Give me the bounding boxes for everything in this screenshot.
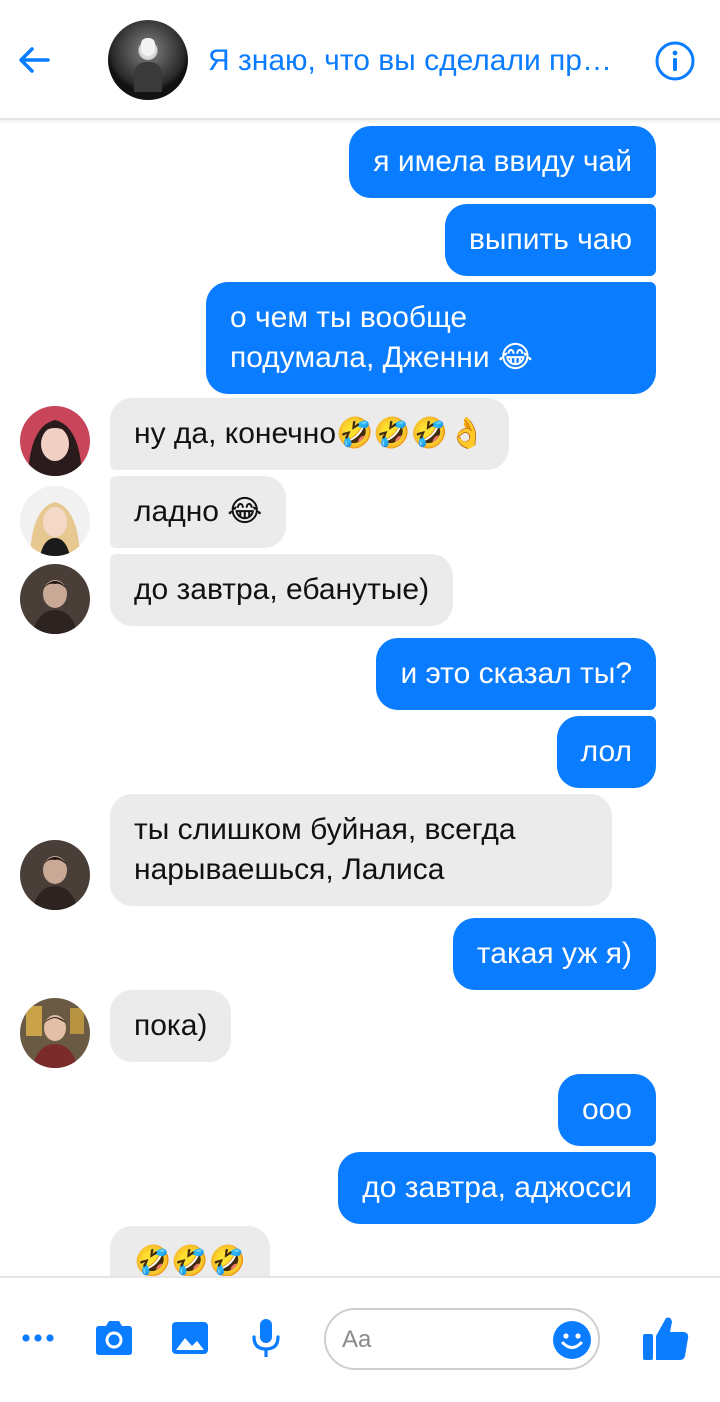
message-text: такая уж я) [476, 937, 632, 970]
message-text: я имела ввиду чай [373, 145, 632, 178]
message-line: о чем ты вообще [230, 301, 468, 334]
composer-bar [0, 1276, 720, 1402]
message-text-field[interactable] [340, 1322, 544, 1358]
message-line: подумала, Дженни 😂 [230, 341, 533, 374]
message-text: ладно 😂 [134, 495, 263, 528]
chat-avatar[interactable] [108, 20, 188, 100]
emoji-icon[interactable] [552, 1320, 592, 1360]
message-text: до завтра, аджосси [362, 1171, 632, 1204]
message-text: ооо [581, 1093, 632, 1126]
message-list[interactable]: я имела ввиду чай выпить чаю о чем ты во… [0, 118, 720, 1276]
image-icon[interactable] [168, 1316, 212, 1360]
message-line: нарываешься, Лалиса [134, 853, 445, 886]
incoming-message[interactable]: пока) [110, 990, 232, 1062]
incoming-message[interactable]: до завтра, ебанутые) [110, 554, 454, 626]
microphone-icon[interactable] [244, 1316, 288, 1360]
incoming-message[interactable]: ну да, конечно🤣🤣🤣👌 [110, 398, 510, 470]
message-text: до завтра, ебанутые) [134, 573, 430, 606]
avatar[interactable] [20, 564, 90, 634]
outgoing-message[interactable]: лол [556, 716, 656, 788]
thumbs-up-icon[interactable] [640, 1312, 692, 1364]
back-arrow-icon[interactable] [14, 40, 54, 80]
info-icon[interactable] [654, 40, 696, 82]
outgoing-message[interactable]: выпить чаю [444, 204, 656, 276]
message-text: пока) [134, 1009, 208, 1042]
incoming-message[interactable]: ты слишком буйная, всегда нарываешься, Л… [110, 794, 612, 906]
avatar[interactable] [20, 840, 90, 910]
message-text: лол [580, 735, 632, 768]
outgoing-message[interactable]: такая уж я) [452, 918, 656, 990]
outgoing-message[interactable]: до завтра, аджосси [338, 1152, 656, 1224]
message-text: ну да, конечно🤣🤣🤣👌 [134, 417, 486, 450]
message-input[interactable] [324, 1308, 600, 1370]
camera-icon[interactable] [92, 1316, 136, 1360]
outgoing-message[interactable]: о чем ты вообще подумала, Дженни 😂 [206, 282, 656, 394]
avatar[interactable] [20, 998, 90, 1068]
avatar[interactable] [20, 406, 90, 476]
chat-title[interactable]: Я знаю, что вы сделали прошлым летом [208, 44, 618, 78]
outgoing-message[interactable]: я имела ввиду чай [349, 126, 656, 198]
message-text: 🤣🤣🤣 [134, 1245, 247, 1276]
message-text: и это сказал ты? [400, 657, 632, 690]
incoming-message[interactable]: 🤣🤣🤣 [110, 1226, 271, 1276]
avatar[interactable] [20, 486, 90, 556]
message-line: ты слишком буйная, всегда [134, 813, 516, 846]
more-icon[interactable] [16, 1316, 60, 1360]
message-text: выпить чаю [468, 223, 632, 256]
chat-header: Я знаю, что вы сделали прошлым летом [0, 0, 720, 120]
outgoing-message[interactable]: ооо [557, 1074, 656, 1146]
incoming-message[interactable]: ладно 😂 [110, 476, 287, 548]
outgoing-message[interactable]: и это сказал ты? [376, 638, 656, 710]
